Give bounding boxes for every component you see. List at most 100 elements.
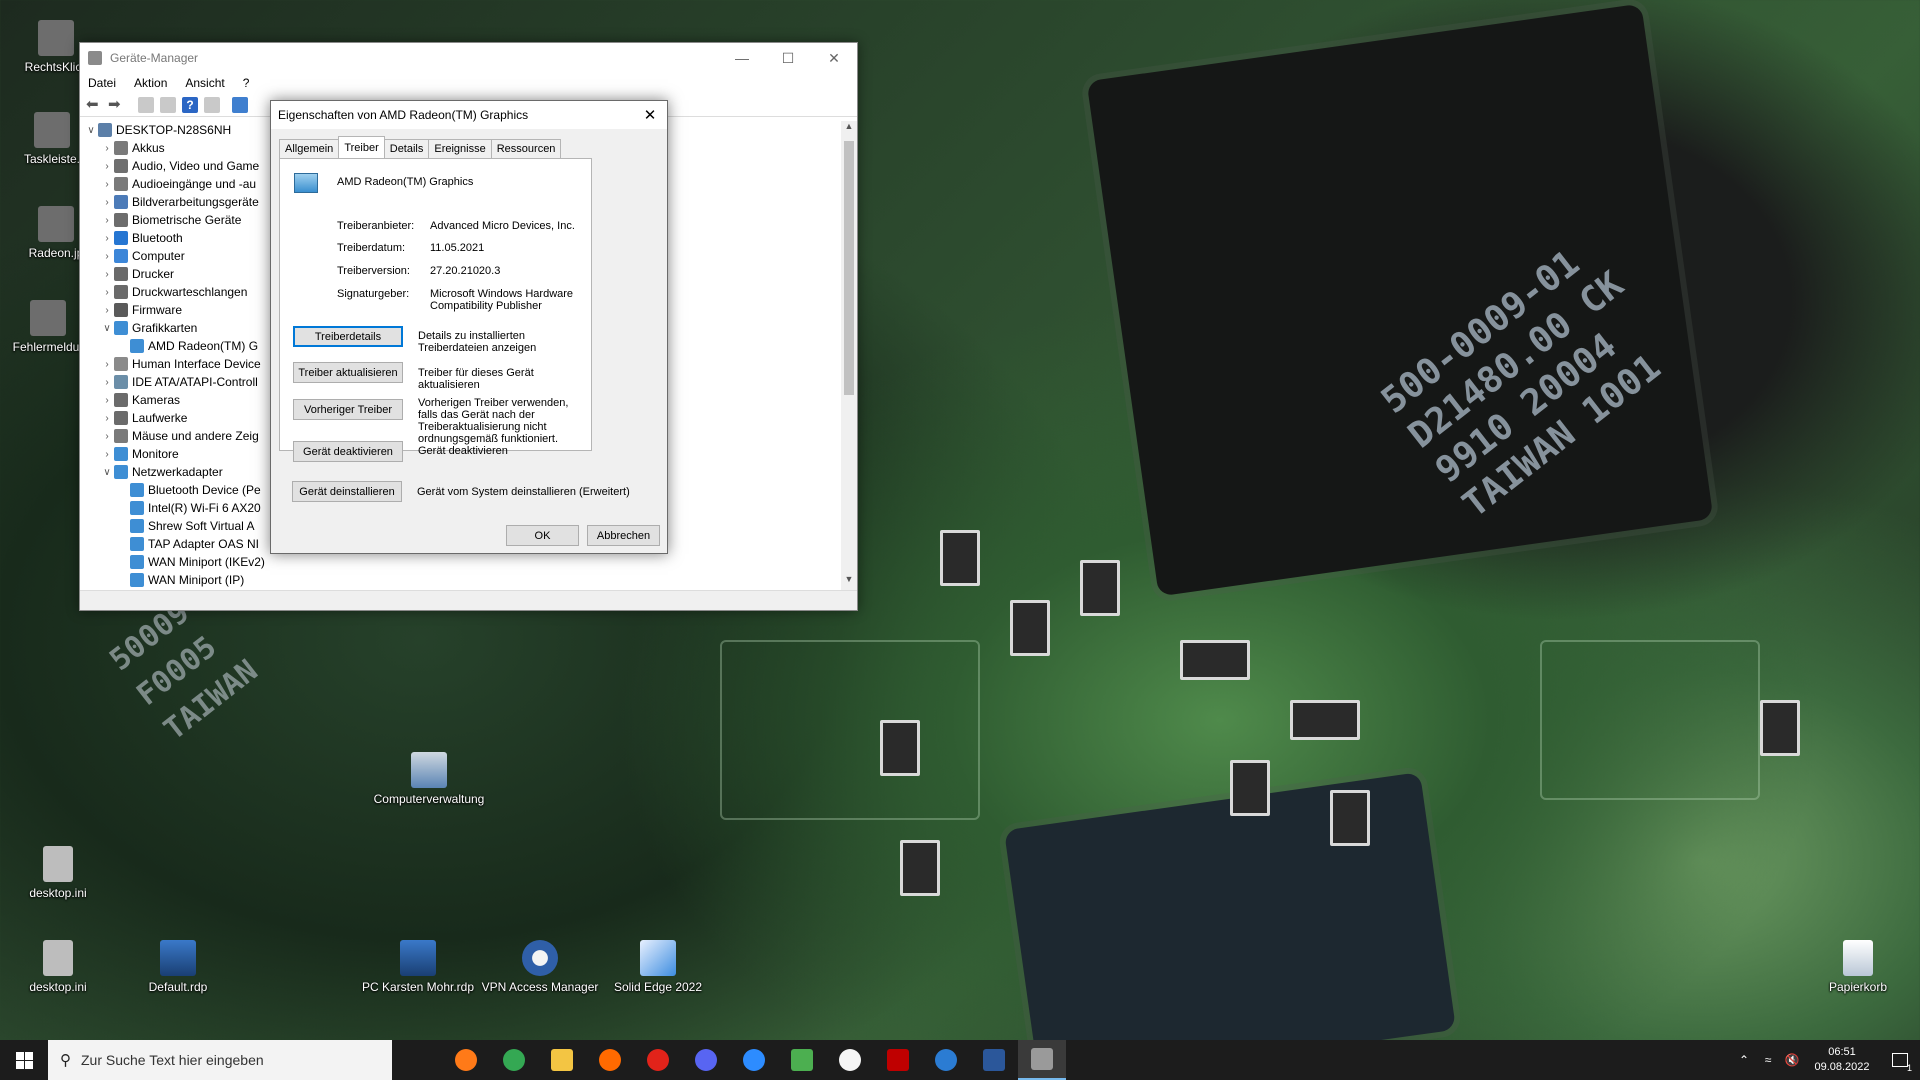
tree-row[interactable]: WAN Miniport (IKEv2) [80,553,841,571]
taskbar-app-button[interactable] [442,1040,490,1080]
notification-center-button[interactable]: 1 [1880,1040,1920,1080]
taskbar-app-button[interactable] [1018,1040,1066,1080]
tree-row-label: Akkus [132,141,165,155]
device-view-icon[interactable] [204,96,220,113]
clock[interactable]: 06:51 09.08.2022 [1804,1045,1880,1075]
expand-chevron-icon[interactable]: › [100,215,114,226]
expand-chevron-icon[interactable]: › [100,359,114,370]
expand-chevron-icon[interactable]: › [100,161,114,172]
properties-dialog[interactable]: Eigenschaften von AMD Radeon(TM) Graphic… [270,100,668,554]
desktop-icon-vpn-access-manager[interactable]: VPN Access Manager [478,940,602,994]
collapse-chevron-icon[interactable]: ∨ [100,323,114,334]
device-category-icon [114,231,128,245]
taskbar-app-button[interactable] [970,1040,1018,1080]
menu-datei[interactable]: Datei [88,76,116,90]
tree-row-label: WAN Miniport (IP) [148,573,245,587]
taskbar-app-button[interactable] [730,1040,778,1080]
tree-row[interactable]: WAN Miniport (IP) [80,571,841,589]
menu-ansicht[interactable]: Ansicht [185,76,224,90]
maximize-button[interactable]: ☐ [765,43,811,73]
dialog-title-bar[interactable]: Eigenschaften von AMD Radeon(TM) Graphic… [271,101,667,129]
desktop-icon-label: Default.rdp [148,980,208,994]
taskbar-app-button[interactable] [682,1040,730,1080]
expand-chevron-icon[interactable]: › [100,431,114,442]
tree-row-label: Druckwarteschlangen [132,285,248,299]
ok-button[interactable]: OK [506,525,579,546]
scroll-thumb[interactable] [844,141,854,395]
taskbar-app-button[interactable] [778,1040,826,1080]
forward-arrow-icon[interactable]: ➡ [108,96,124,113]
desktop-icon-desktop-ini-1[interactable]: desktop.ini [12,846,104,900]
device-category-icon [114,429,128,443]
desktop-icon-solid-edge[interactable]: Solid Edge 2022 [612,940,704,994]
taskbar-app-button[interactable] [826,1040,874,1080]
field-value-signatur: Microsoft Windows Hardware Compatibility… [430,288,574,312]
menu-help[interactable]: ? [243,76,250,90]
minimize-button[interactable]: — [719,43,765,73]
update-driver-button[interactable]: Treiber aktualisieren [293,362,403,383]
device-category-icon [130,573,144,587]
desktop-icon-papierkorb[interactable]: Papierkorb [1812,940,1904,994]
device-category-icon [114,447,128,461]
expand-chevron-icon[interactable]: › [100,377,114,388]
title-bar[interactable]: Geräte-Manager — ☐ ✕ [80,43,857,73]
expand-chevron-icon[interactable]: › [100,143,114,154]
vertical-scrollbar[interactable]: ▲ ▼ [841,121,857,590]
collapse-chevron-icon[interactable]: ∨ [100,467,114,478]
tab-treiber[interactable]: Treiber [338,136,385,158]
expand-chevron-icon[interactable]: › [100,233,114,244]
expand-chevron-icon[interactable]: › [100,179,114,190]
device-category-icon [114,321,128,335]
disable-device-button[interactable]: Gerät deaktivieren [293,441,403,462]
desktop-icon-computerverwaltung[interactable]: Computerverwaltung [372,752,486,806]
list-view-icon[interactable] [160,96,176,113]
expand-chevron-icon[interactable]: › [100,395,114,406]
expand-chevron-icon[interactable]: › [100,287,114,298]
start-button[interactable] [0,1040,48,1080]
expand-chevron-icon[interactable]: › [100,251,114,262]
device-manager-app-icon [88,51,102,65]
field-value-anbieter: Advanced Micro Devices, Inc. [430,220,575,232]
tree-row-label: Bildverarbeitungsgeräte [132,195,259,209]
uninstall-device-desc: Gerät vom System deinstallieren (Erweite… [417,486,630,498]
monitor-icon[interactable] [232,96,248,113]
taskbar-app-button[interactable] [874,1040,922,1080]
uninstall-device-button[interactable]: Gerät deinstallieren [292,481,402,502]
collapse-chevron-icon[interactable]: ∨ [84,125,98,136]
search-box[interactable]: ⚲ Zur Suche Text hier eingeben [48,1040,392,1080]
back-arrow-icon[interactable]: ⬅ [86,96,102,113]
show-hidden-icons-icon[interactable]: ⌃ [1732,1053,1756,1067]
tab-ereignisse[interactable]: Ereignisse [428,139,492,158]
scroll-down-arrow-icon[interactable]: ▼ [841,574,857,590]
desktop-icon-label: VPN Access Manager [481,980,599,994]
volume-muted-icon[interactable]: 🔇 [1780,1053,1804,1067]
expand-chevron-icon[interactable]: › [100,413,114,424]
network-icon[interactable]: ≈ [1756,1053,1780,1067]
expand-chevron-icon[interactable]: › [100,269,114,280]
cancel-button[interactable]: Abbrechen [587,525,660,546]
menu-aktion[interactable]: Aktion [134,76,167,90]
taskbar-app-button[interactable] [586,1040,634,1080]
scroll-up-arrow-icon[interactable]: ▲ [841,121,857,137]
desktop-icon-default-rdp[interactable]: Default.rdp [132,940,224,994]
device-category-icon [114,177,128,191]
expand-chevron-icon[interactable]: › [100,449,114,460]
taskbar-app-button[interactable] [634,1040,682,1080]
close-button[interactable]: ✕ [811,43,857,73]
firefox-icon [455,1049,477,1071]
taskbar-app-button[interactable] [490,1040,538,1080]
taskbar-app-button[interactable] [922,1040,970,1080]
expand-chevron-icon[interactable]: › [100,197,114,208]
rollback-driver-button[interactable]: Vorheriger Treiber [293,399,403,420]
properties-view-icon[interactable] [138,96,154,113]
desktop-icon-desktop-ini-2[interactable]: desktop.ini [12,940,104,994]
help-icon[interactable]: ? [182,96,198,113]
dialog-close-icon[interactable]: ✕ [633,106,667,124]
tab-ressourcen[interactable]: Ressourcen [490,139,562,158]
tab-details[interactable]: Details [383,139,430,158]
tab-allgemein[interactable]: Allgemein [279,139,340,158]
desktop-icon-pc-karsten-mohr[interactable]: PC Karsten Mohr.rdp [356,940,480,994]
taskbar-app-button[interactable] [538,1040,586,1080]
driver-details-button[interactable]: Treiberdetails [293,326,403,347]
expand-chevron-icon[interactable]: › [100,305,114,316]
